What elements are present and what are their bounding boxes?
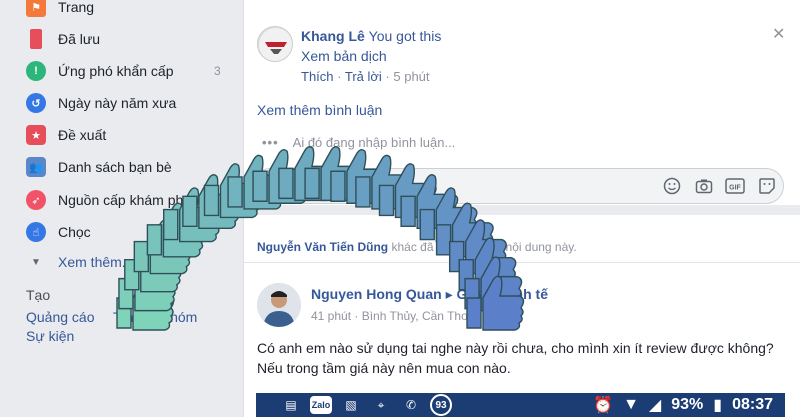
view-more-comments-link[interactable]: Xem thêm bình luận (257, 102, 382, 118)
emoji-icon[interactable] (662, 176, 682, 196)
create-section-title: Tạo (26, 287, 51, 303)
sidebar-item-discover-feed[interactable]: ➶ Nguồn cấp khám phá (26, 187, 191, 213)
separator: · (337, 69, 345, 84)
count-badge: 3 (214, 64, 221, 78)
activity-text: khác đã bình luận về nội dung này. (391, 240, 577, 254)
sticker-icon[interactable] (757, 176, 777, 196)
post-author-name[interactable]: Nguyen Hong Quan (311, 286, 442, 302)
clock-time: 08:37 (732, 396, 773, 413)
alarm-icon: ⏰ (593, 397, 614, 414)
sidebar-item-label: Đã lưu (58, 31, 101, 47)
divider (243, 262, 800, 263)
comment-author[interactable]: Khang Lê (301, 28, 365, 44)
viber-icon: ✆ (405, 398, 417, 412)
wifi-icon: ▼ (623, 396, 639, 413)
battery-level: 93% (671, 396, 704, 413)
post-meta: 41 phút · Bình Thủy, Cần Thơ (311, 309, 469, 323)
phone-status-bar: ▤ Zalo ▧ ⌖ ✆ 93 ⏰ ▼ ◢ 93% ▮ 08:37 (256, 393, 785, 417)
sidebar-item-pokes[interactable]: ☝ Chọc (26, 219, 91, 245)
sidebar-item-label: Đề xuất (58, 127, 107, 143)
sidebar-item-saved[interactable]: Đã lưu (26, 26, 100, 52)
comment-row: Khang Lê You got this (301, 28, 441, 44)
create-page-link[interactable]: Trang (113, 309, 149, 325)
comment-actions: Thích · Trả lời · 5 phút (301, 69, 430, 84)
camera-icon[interactable] (694, 176, 714, 196)
sidebar-item-friend-lists[interactable]: 👥 Danh sách bạn bè (26, 154, 172, 180)
reply-comment-link[interactable]: Trả lời (345, 69, 382, 84)
sidebar-item-recommendations[interactable]: ★ Đề xuất (26, 122, 106, 148)
svg-text:GIF: GIF (729, 185, 741, 192)
typing-dots-icon: ••• (262, 135, 279, 150)
sidebar-item-label: Xem thêm... (58, 254, 134, 270)
sidebar-item-memories[interactable]: ↺ Ngày này năm xưa (26, 90, 176, 116)
commenter-avatar[interactable] (257, 26, 293, 62)
sidebar-item-label: Chọc (58, 224, 91, 240)
typing-indicator: ••• Ai đó đang nhập bình luận... (262, 135, 455, 150)
battery-icon: ▮ (713, 397, 723, 414)
sidebar-item-label: Ngày này năm xưa (58, 95, 177, 111)
post-group-name[interactable]: Group Tinh tế (456, 286, 548, 302)
flag-icon: ⚑ (26, 0, 46, 17)
sidebar-item-label: Danh sách bạn bè (58, 159, 172, 175)
zalo-icon: Zalo (310, 396, 332, 414)
crisis-icon: ! (26, 61, 46, 81)
comment-text: You got this (368, 28, 442, 44)
post-header: Nguyen Hong Quan ▸ Group Tinh tế (311, 286, 548, 303)
status-right: ⏰ ▼ ◢ 93% ▮ 08:37 (593, 393, 773, 417)
see-translation-link[interactable]: Xem bản dịch (301, 48, 387, 64)
create-ad-link[interactable]: Quảng cáo (26, 309, 95, 325)
person-photo-icon (257, 283, 301, 327)
activity-line: Nguyễn Văn Tiến Dũng khác đã bình luận v… (257, 240, 577, 254)
sidebar-item-label: Ứng phó khẩn cấp (58, 63, 174, 79)
post-author-avatar[interactable] (257, 283, 301, 327)
create-event-link[interactable]: Sự kiện (26, 328, 74, 344)
image-icon: ▧ (345, 398, 357, 412)
sidebar-item-label: Trang (58, 0, 95, 15)
arrow-icon: ▸ (445, 286, 457, 302)
post-body-text: Có anh em nào sử dụng tai nghe này rồi c… (257, 340, 774, 376)
rocket-icon: ➶ (26, 190, 46, 210)
message-icon: ▤ (285, 398, 297, 412)
sidebar-item-label: Nguồn cấp khám phá (58, 192, 192, 208)
signal-icon: ◢ (648, 397, 662, 414)
sidebar-item-crisis-response[interactable]: ! Ứng phó khẩn cấp 3 (26, 58, 221, 84)
gif-icon[interactable]: GIF (725, 176, 745, 196)
activity-name[interactable]: Nguyễn Văn Tiến Dũng (257, 240, 388, 254)
like-comment-link[interactable]: Thích (301, 69, 334, 84)
sidebar-item-pages[interactable]: ⚑ Trang (26, 0, 94, 20)
star-icon: ★ (26, 125, 46, 145)
bookmark-icon (30, 29, 42, 49)
typing-text: Ai đó đang nhập bình luận... (292, 135, 456, 150)
chevron-down-icon: ▼ (31, 256, 41, 268)
left-sidebar: ⚑ Trang Đã lưu ! Ứng phó khẩn cấp 3 ↺ Ng… (0, 0, 243, 417)
friends-icon: 👥 (26, 157, 46, 177)
comment-time: 5 phút (393, 69, 430, 84)
close-icon[interactable]: ✕ (772, 24, 785, 44)
sidebar-see-more[interactable]: ▼ Xem thêm... (26, 249, 133, 275)
create-group-link[interactable]: Nhóm (160, 309, 197, 325)
clock-icon: ↺ (26, 93, 46, 113)
notification-badge: 93 (430, 394, 452, 416)
poke-icon: ☝ (26, 222, 46, 242)
map-pin-icon: ⌖ (377, 397, 385, 412)
